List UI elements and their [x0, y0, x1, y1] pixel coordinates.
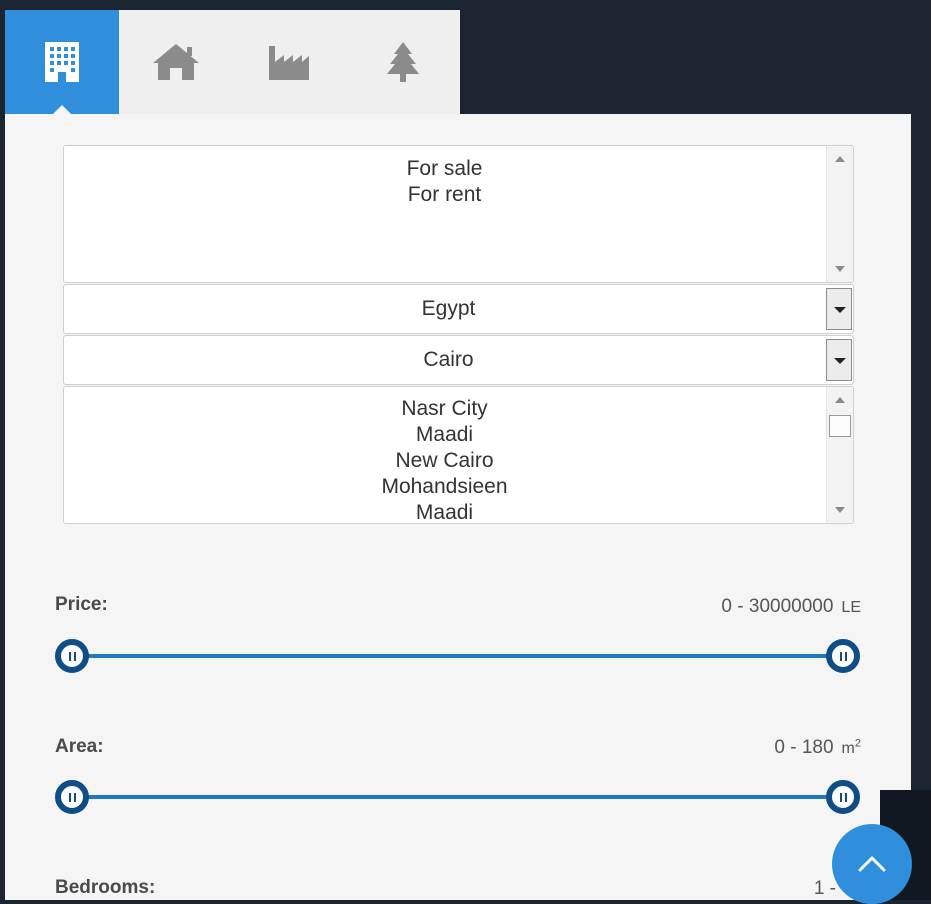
grip-icon — [68, 792, 76, 802]
area-max-handle[interactable] — [826, 780, 860, 814]
area-unit-superscript: 2 — [854, 737, 861, 750]
list-item[interactable]: For rent — [64, 182, 825, 208]
grip-icon — [839, 792, 847, 802]
price-range-value: 0 - 30000000 LE — [721, 596, 861, 618]
price-range-text: 0 - 30000000 — [721, 596, 834, 617]
list-item[interactable]: Nasr City — [64, 396, 825, 422]
chevron-up-icon — [858, 856, 886, 872]
area-range-value: 0 - 180 m2 — [774, 737, 861, 759]
listing-type-listbox[interactable]: For sale For rent — [63, 145, 854, 283]
price-max-handle[interactable] — [826, 639, 860, 673]
tab-land[interactable] — [346, 10, 460, 114]
area-unit: m2 — [841, 737, 861, 757]
area-label: Area: — [55, 736, 104, 757]
tab-apartments[interactable] — [5, 10, 119, 115]
city-select[interactable]: Cairo — [63, 335, 854, 385]
city-select-value: Cairo — [423, 348, 474, 371]
bedrooms-label: Bedrooms: — [55, 877, 156, 898]
area-min-handle[interactable] — [55, 780, 89, 814]
grip-icon — [839, 651, 847, 661]
list-item[interactable]: Mohandsieen — [64, 474, 825, 500]
price-slider-track[interactable] — [72, 654, 843, 658]
district-scrollbar[interactable] — [826, 387, 853, 523]
bedrooms-range-value: 1 - — [813, 878, 836, 899]
price-min-handle[interactable] — [55, 639, 89, 673]
price-label: Price: — [55, 594, 108, 615]
tab-industrial[interactable] — [233, 10, 347, 114]
chevron-down-icon[interactable] — [826, 288, 852, 330]
tab-houses[interactable] — [119, 10, 233, 114]
tree-icon — [387, 42, 420, 82]
factory-icon — [269, 46, 310, 80]
scroll-up-arrow-icon[interactable] — [835, 397, 845, 403]
house-icon — [152, 44, 199, 80]
list-item[interactable]: Maadi — [64, 500, 825, 523]
scroll-to-top-button[interactable] — [832, 824, 912, 904]
area-range-text: 0 - 180 — [774, 737, 834, 758]
chevron-down-icon[interactable] — [826, 339, 852, 381]
district-listbox[interactable]: Nasr City Maadi New Cairo Mohandsieen Ma… — [63, 386, 854, 524]
scroll-thumb[interactable] — [829, 415, 851, 437]
listing-type-scrollbar[interactable] — [826, 146, 853, 282]
list-item[interactable]: Maadi — [64, 422, 825, 448]
list-item[interactable]: New Cairo — [64, 448, 825, 474]
scroll-up-arrow-icon[interactable] — [835, 156, 845, 162]
grip-icon — [68, 651, 76, 661]
building-icon — [44, 42, 79, 82]
country-select[interactable]: Egypt — [63, 284, 854, 334]
scroll-down-arrow-icon[interactable] — [835, 266, 845, 272]
list-item[interactable]: For sale — [64, 156, 825, 182]
country-select-value: Egypt — [421, 297, 476, 320]
property-type-tabs — [5, 10, 460, 115]
area-slider-track[interactable] — [72, 795, 843, 799]
scroll-down-arrow-icon[interactable] — [835, 507, 845, 513]
price-unit: LE — [841, 599, 861, 616]
